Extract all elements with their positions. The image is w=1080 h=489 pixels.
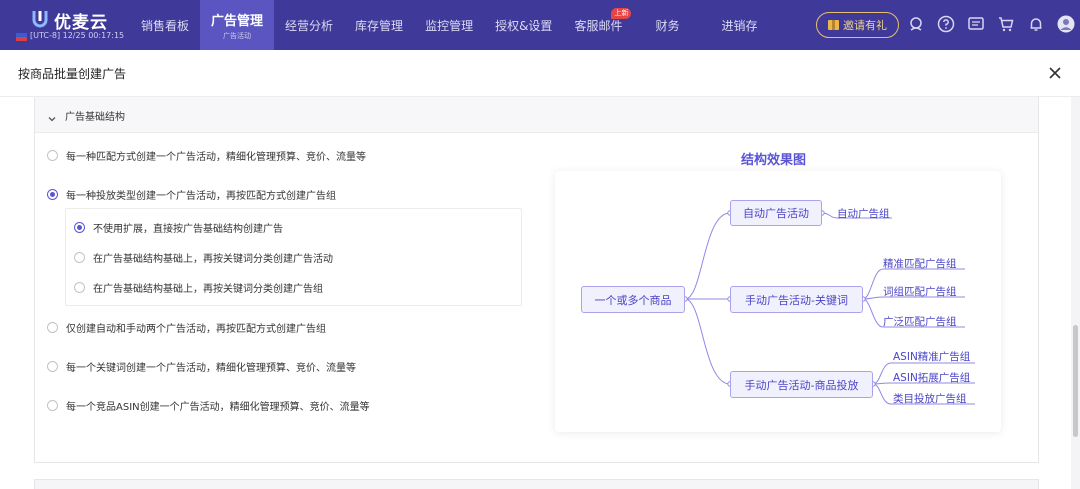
menu-item-sales-dashboard[interactable]: 销售看板 [130, 0, 200, 50]
sub-option-no-extension[interactable]: 不使用扩展，直接按广告基础结构创建广告 [74, 220, 283, 235]
option-label: 仅创建自动和手动两个广告活动，再按匹配方式创建广告组 [66, 324, 326, 335]
notification-bell-icon[interactable] [1026, 14, 1046, 34]
us-flag-icon [16, 33, 27, 41]
customer-service-icon[interactable] [906, 14, 926, 34]
menu-item-sub-label: 广告活动 [223, 31, 252, 40]
invite-button[interactable]: 邀请有礼 [816, 12, 899, 38]
radio-button[interactable] [47, 400, 58, 411]
menu-item-monitoring[interactable]: 监控管理 [414, 0, 484, 50]
brand-name: 优麦云 [54, 13, 108, 33]
sub-option-keyword-campaign[interactable]: 在广告基础结构基础上，再按关键词分类创建广告活动 [74, 250, 333, 265]
radio-button[interactable] [47, 322, 58, 333]
top-navigation: 优麦云 [UTC-8] 12/25 00:17:15 销售看板 广告管理 广告活… [0, 0, 1080, 50]
sub-option-keyword-adgroup[interactable]: 在广告基础结构基础上，再按关键词分类创建广告组 [74, 280, 323, 295]
radio-button[interactable] [74, 252, 85, 263]
option-label: 在广告基础结构基础上，再按关键词分类创建广告活动 [93, 254, 333, 265]
option-label: 每一个竞品ASIN创建一个广告活动，精细化管理预算、竞价、流量等 [66, 402, 370, 413]
option-label: 每一个关键词创建一个广告活动，精细化管理预算、竞价、流量等 [66, 363, 356, 374]
menu-item-business-analysis[interactable]: 经营分析 [274, 0, 344, 50]
user-avatar-icon[interactable] [1056, 14, 1076, 34]
radio-button[interactable] [74, 282, 85, 293]
menu-item-inventory[interactable]: 库存管理 [344, 0, 414, 50]
option-label: 每一种投放类型创建一个广告活动，再按匹配方式创建广告组 [66, 191, 336, 202]
option-per-targeting-type[interactable]: 每一种投放类型创建一个广告活动，再按匹配方式创建广告组 [47, 187, 336, 202]
option-label: 在广告基础结构基础上，再按关键词分类创建广告组 [93, 284, 323, 295]
option-per-match-type[interactable]: 每一种匹配方式创建一个广告活动，精细化管理预算、竞价、流量等 [47, 148, 366, 163]
scrollbar-thumb[interactable] [1073, 325, 1078, 437]
option-auto-manual-only[interactable]: 仅创建自动和手动两个广告活动，再按匹配方式创建广告组 [47, 320, 326, 335]
diagram-leaf-broad-adgroup: 广泛匹配广告组 [883, 316, 957, 328]
radio-button[interactable] [47, 361, 58, 372]
radio-button-checked[interactable] [74, 222, 85, 233]
nav-icon-group [906, 14, 1076, 34]
option-per-keyword[interactable]: 每一个关键词创建一个广告活动，精细化管理预算、竞价、流量等 [47, 359, 356, 374]
diagram-node-auto-campaign: 自动广告活动 [730, 200, 822, 226]
next-section-header [34, 479, 1039, 489]
new-badge: 上新 [611, 8, 632, 19]
message-icon[interactable] [966, 14, 986, 34]
brand[interactable]: 优麦云 [UTC-8] 12/25 00:17:15 [16, 6, 146, 46]
diagram-leaf-category-adgroup: 类目投放广告组 [893, 393, 967, 405]
option-label: 不使用扩展，直接按广告基础结构创建广告 [93, 224, 283, 235]
menu-item-auth-settings[interactable]: 授权&设置 [484, 0, 563, 50]
panel-header[interactable]: 广告基础结构 [35, 97, 1038, 133]
diagram-node-keyword-campaign: 手动广告活动-关键词 [730, 286, 863, 313]
diagram-leaf-phrase-adgroup: 词组匹配广告组 [883, 286, 957, 298]
diagram-node-product-targeting-campaign: 手动广告活动-商品投放 [730, 371, 873, 398]
close-icon[interactable] [1046, 64, 1064, 82]
option-per-competitor-asin[interactable]: 每一个竞品ASIN创建一个广告活动，精细化管理预算、竞价、流量等 [47, 398, 370, 413]
menu-item-customer-email[interactable]: 客服邮件 上新 [563, 0, 633, 50]
timezone-clock: [UTC-8] 12/25 00:17:15 [30, 31, 125, 40]
brand-logo-icon [32, 11, 48, 28]
option-label: 每一种匹配方式创建一个广告活动，精细化管理预算、竞价、流量等 [66, 152, 366, 163]
cart-icon[interactable] [996, 14, 1016, 34]
help-icon[interactable] [936, 14, 956, 34]
panel-title: 广告基础结构 [65, 112, 125, 123]
diagram-leaf-asin-expand-adgroup: ASIN拓展广告组 [893, 372, 971, 384]
diagram-leaf-asin-exact-adgroup: ASIN精准广告组 [893, 351, 971, 363]
diagram-leaf-exact-adgroup: 精准匹配广告组 [883, 258, 957, 270]
menu-item-ad-management[interactable]: 广告管理 广告活动 [200, 0, 275, 50]
dialog-title: 按商品批量创建广告 [18, 67, 127, 81]
menu-item-finance[interactable]: 财务 [633, 0, 701, 50]
gift-icon [828, 20, 839, 30]
diagram-title: 结构效果图 [741, 153, 807, 168]
chevron-down-icon[interactable] [47, 109, 57, 122]
diagram-root-node: 一个或多个商品 [581, 286, 685, 313]
radio-button-checked[interactable] [47, 189, 58, 200]
main-menu: 销售看板 广告管理 广告活动 经营分析 库存管理 监控管理 授权&设置 客服邮件… [130, 0, 777, 50]
menu-item-purchase-sales-stock[interactable]: 进销存 [701, 0, 777, 50]
radio-button[interactable] [47, 150, 58, 161]
diagram-leaf-auto-adgroup: 自动广告组 [837, 208, 890, 220]
dialog-header: 按商品批量创建广告 [0, 50, 1080, 97]
